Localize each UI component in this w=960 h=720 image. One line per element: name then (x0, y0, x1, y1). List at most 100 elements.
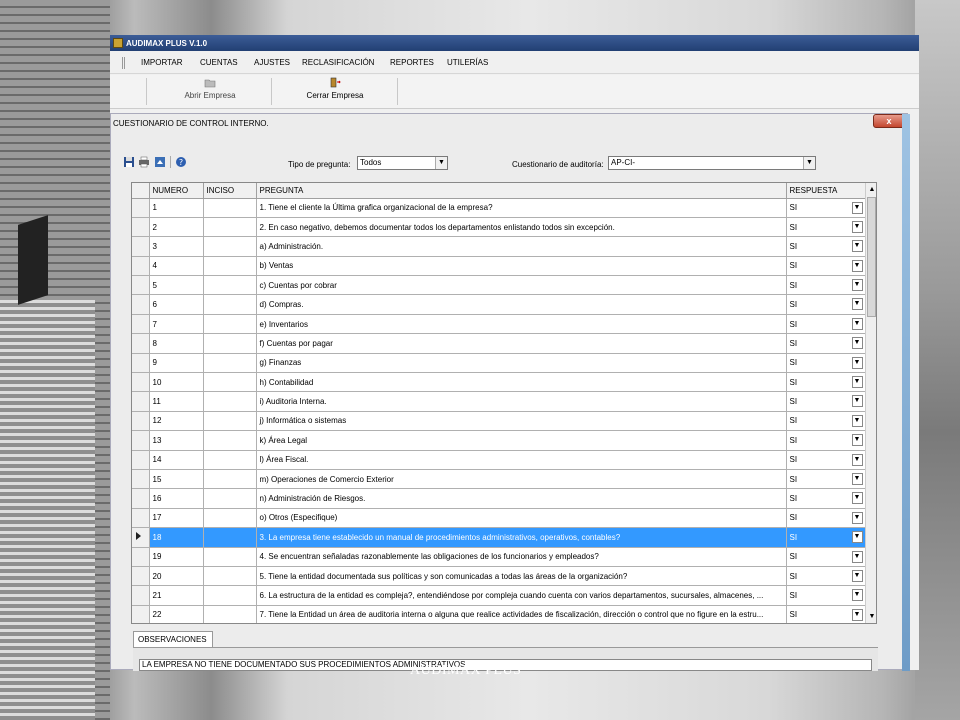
row-header[interactable] (132, 527, 150, 548)
open-company-button[interactable]: Abrir Empresa (178, 77, 242, 100)
cell-numero[interactable]: 12 (149, 411, 204, 432)
row-header[interactable] (132, 333, 150, 354)
table-row[interactable]: 17 o) Otros (Especifique) SI ▼ (132, 508, 866, 529)
cell-inciso[interactable] (203, 236, 257, 257)
cell-inciso[interactable] (203, 469, 257, 490)
print-icon[interactable] (138, 156, 150, 168)
row-header[interactable] (132, 353, 150, 374)
chevron-down-icon[interactable]: ▼ (851, 298, 863, 311)
cell-pregunta[interactable]: 3. La empresa tiene establecido un manua… (256, 527, 787, 548)
column-header-pregunta[interactable]: PREGUNTA (256, 183, 787, 199)
cell-pregunta[interactable]: 7. Tiene la Entidad un área de auditoria… (256, 605, 787, 623)
row-header[interactable] (132, 391, 150, 412)
cell-inciso[interactable] (203, 566, 257, 587)
column-header-numero[interactable]: NUMERO (149, 183, 204, 199)
cell-numero[interactable]: 6 (149, 294, 204, 315)
scroll-down-icon[interactable]: ▼ (866, 610, 876, 623)
table-row[interactable]: 3 a) Administración. SI ▼ (132, 236, 866, 257)
cell-pregunta[interactable]: 1. Tiene el cliente la Última grafica or… (256, 198, 787, 218)
chevron-down-icon[interactable]: ▼ (851, 550, 863, 563)
cell-respuesta-select[interactable]: SI ▼ (786, 566, 866, 587)
table-row[interactable]: 15 m) Operaciones de Comercio Exterior SI ▼ (132, 469, 866, 490)
cell-numero[interactable]: 9 (149, 353, 204, 374)
table-row[interactable]: 22 7. Tiene la Entidad un área de auditor… (132, 605, 866, 623)
cell-pregunta[interactable]: n) Administración de Riesgos. (256, 488, 787, 509)
row-header[interactable] (132, 314, 150, 335)
cell-pregunta[interactable]: j) Informática o sistemas (256, 411, 787, 432)
cell-inciso[interactable] (203, 411, 257, 432)
row-header[interactable] (132, 605, 150, 623)
cell-pregunta[interactable]: k) Área Legal (256, 430, 787, 451)
cell-pregunta[interactable]: h) Contabilidad (256, 372, 787, 393)
row-header[interactable] (132, 450, 150, 470)
cell-numero[interactable]: 22 (149, 605, 204, 623)
chevron-down-icon[interactable]: ▼ (851, 608, 863, 621)
grid-scrollbar[interactable]: ▲ ▼ (865, 183, 876, 623)
cell-pregunta[interactable]: o) Otros (Especifique) (256, 508, 787, 529)
cell-pregunta[interactable]: b) Ventas (256, 256, 787, 277)
cell-numero[interactable]: 13 (149, 430, 204, 451)
cell-numero[interactable]: 16 (149, 488, 204, 509)
help-icon[interactable]: ? (175, 156, 187, 168)
table-row[interactable]: 21 6. La estructura de la entidad es comp… (132, 585, 866, 606)
table-row[interactable]: 19 4. Se encuentran señaladas razonableme… (132, 547, 866, 567)
menu-reportes[interactable]: REPORTES (390, 58, 434, 67)
table-row[interactable]: 13 k) Área Legal SI ▼ (132, 430, 866, 451)
cell-pregunta[interactable]: l) Área Fiscal. (256, 450, 787, 470)
cell-pregunta[interactable]: f) Cuentas por pagar (256, 333, 787, 354)
chevron-down-icon[interactable]: ▼ (851, 337, 863, 350)
cell-respuesta-select[interactable]: SI ▼ (786, 547, 866, 567)
cell-inciso[interactable] (203, 527, 257, 548)
cell-numero[interactable]: 11 (149, 391, 204, 412)
column-header-inciso[interactable]: INCISO (203, 183, 257, 199)
row-header[interactable] (132, 256, 150, 277)
cell-respuesta-select[interactable]: SI ▼ (786, 488, 866, 509)
scroll-thumb[interactable] (867, 197, 876, 317)
table-row[interactable]: 4 b) Ventas SI ▼ (132, 256, 866, 277)
cell-respuesta-select[interactable]: SI ▼ (786, 527, 866, 548)
tab-observaciones[interactable]: OBSERVACIONES (133, 631, 213, 647)
chevron-down-icon[interactable]: ▼ (851, 376, 863, 389)
cell-respuesta-select[interactable]: SI ▼ (786, 411, 866, 432)
table-row[interactable]: 10 h) Contabilidad SI ▼ (132, 372, 866, 393)
cell-inciso[interactable] (203, 547, 257, 567)
cell-numero[interactable]: 5 (149, 275, 204, 296)
cell-pregunta[interactable]: i) Auditoria Interna. (256, 391, 787, 412)
table-row[interactable]: 20 5. Tiene la entidad documentada sus po… (132, 566, 866, 587)
cell-inciso[interactable] (203, 333, 257, 354)
cell-inciso[interactable] (203, 585, 257, 606)
row-header[interactable] (132, 236, 150, 257)
table-row[interactable]: 5 c) Cuentas por cobrar SI ▼ (132, 275, 866, 296)
row-header[interactable] (132, 198, 150, 218)
cell-inciso[interactable] (203, 391, 257, 412)
cell-inciso[interactable] (203, 275, 257, 296)
chevron-down-icon[interactable]: ▼ (851, 589, 863, 602)
menu-grip[interactable] (122, 57, 125, 69)
row-header[interactable] (132, 430, 150, 451)
chevron-down-icon[interactable]: ▼ (851, 317, 863, 330)
chevron-down-icon[interactable]: ▼ (851, 201, 863, 214)
cell-respuesta-select[interactable]: SI ▼ (786, 333, 866, 354)
export-icon[interactable] (154, 156, 166, 168)
table-row[interactable]: 18 3. La empresa tiene establecido un man… (132, 527, 866, 548)
row-header[interactable] (132, 547, 150, 567)
close-form-button[interactable]: x (873, 114, 905, 128)
cell-inciso[interactable] (203, 450, 257, 470)
cell-numero[interactable]: 17 (149, 508, 204, 529)
cell-pregunta[interactable]: a) Administración. (256, 236, 787, 257)
chevron-down-icon[interactable]: ▼ (851, 511, 863, 524)
cell-respuesta-select[interactable]: SI ▼ (786, 430, 866, 451)
chevron-down-icon[interactable]: ▼ (851, 414, 863, 427)
cell-respuesta-select[interactable]: SI ▼ (786, 585, 866, 606)
menu-cuentas[interactable]: CUENTAS (200, 58, 238, 67)
save-icon[interactable] (123, 156, 135, 168)
chevron-down-icon[interactable]: ▼ (851, 395, 863, 408)
cell-respuesta-select[interactable]: SI ▼ (786, 217, 866, 238)
cell-respuesta-select[interactable]: SI ▼ (786, 450, 866, 470)
menu-reclasificacion[interactable]: RECLASIFICACIÓN (302, 58, 374, 67)
cell-numero[interactable]: 21 (149, 585, 204, 606)
table-row[interactable]: 7 e) Inventarios SI ▼ (132, 314, 866, 335)
cell-numero[interactable]: 14 (149, 450, 204, 470)
chevron-down-icon[interactable]: ▼ (851, 531, 863, 544)
close-company-button[interactable]: Cerrar Empresa (302, 77, 368, 100)
